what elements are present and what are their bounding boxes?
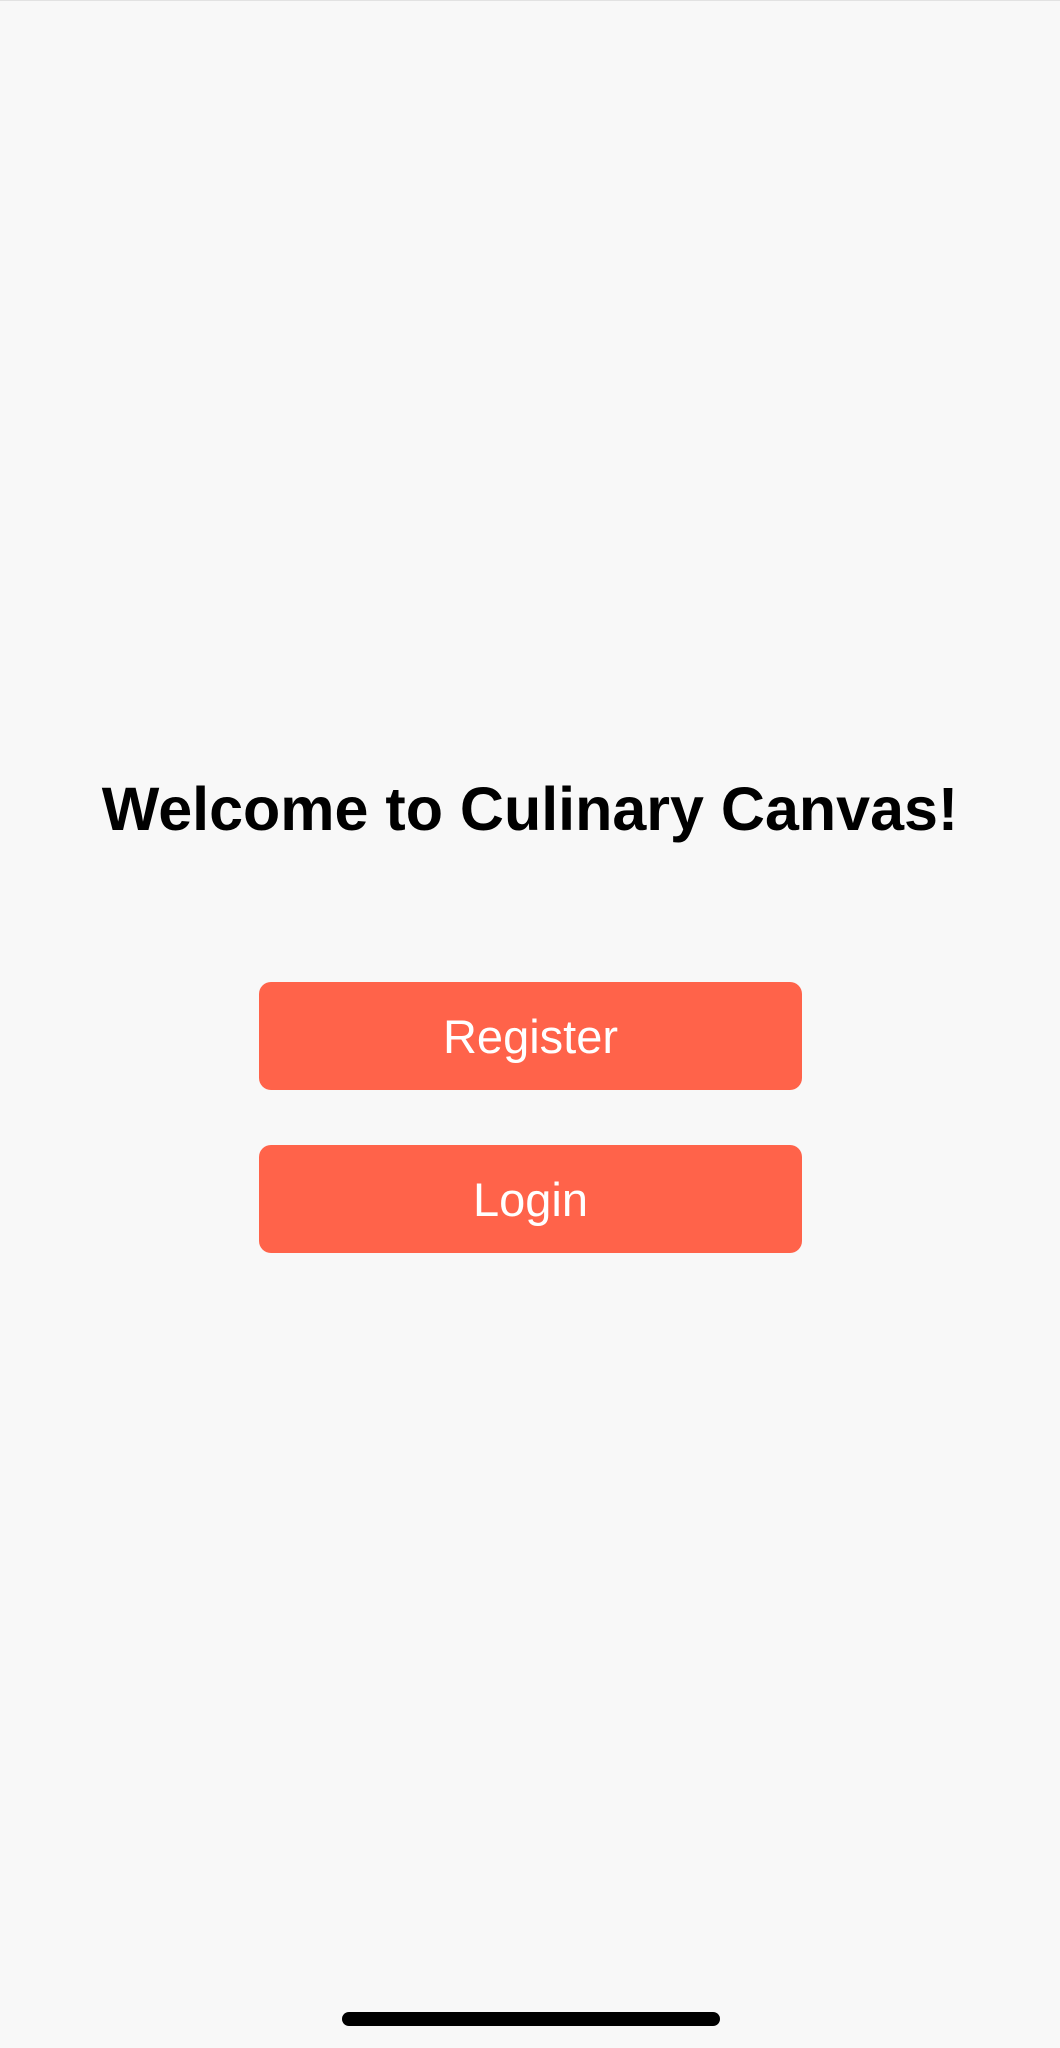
login-button[interactable]: Login bbox=[259, 1145, 802, 1253]
welcome-title: Welcome to Culinary Canvas! bbox=[101, 775, 959, 843]
top-divider bbox=[0, 0, 1060, 1]
register-button[interactable]: Register bbox=[259, 982, 802, 1090]
register-button-label: Register bbox=[442, 1009, 618, 1063]
welcome-screen: Welcome to Culinary Canvas! Register Log… bbox=[0, 0, 1060, 2048]
home-indicator[interactable] bbox=[342, 2012, 720, 2026]
login-button-label: Login bbox=[473, 1172, 588, 1226]
